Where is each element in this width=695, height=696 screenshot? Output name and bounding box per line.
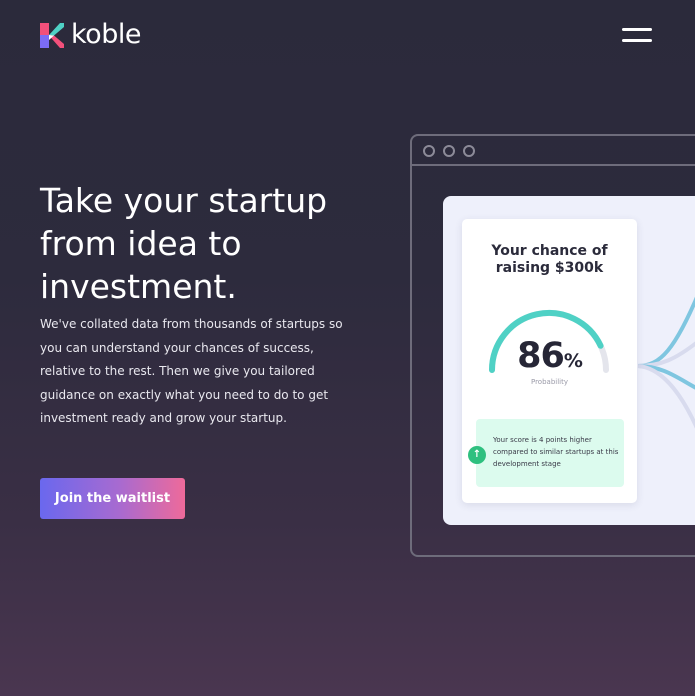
probability-score: 86% — [462, 336, 637, 376]
hamburger-icon-line — [622, 39, 652, 42]
card-title-line: raising $300k — [495, 260, 604, 276]
hero-description: We've collated data from thousands of st… — [40, 317, 343, 425]
brand-name: koble — [71, 19, 141, 50]
join-waitlist-button[interactable]: Join the waitlist — [40, 478, 185, 519]
comparison-note-text: Your score is 4 points higher compared t… — [493, 436, 619, 468]
window-dot-icon — [443, 145, 455, 157]
comparison-note: ↑ Your score is 4 points higher compared… — [468, 419, 624, 487]
hamburger-menu-button[interactable] — [622, 26, 654, 46]
window-dot-icon — [463, 145, 475, 157]
koble-logo[interactable]: koble — [40, 20, 141, 50]
koble-logo-mark-icon — [40, 22, 64, 48]
hero-title-line: investment. — [40, 267, 237, 306]
flow-line — [637, 364, 695, 429]
card-title-line: Your chance of — [491, 243, 608, 259]
score-unit: % — [563, 350, 583, 372]
hero-title-line: Take your startup — [40, 181, 328, 220]
card-title: Your chance of raising $300k — [462, 243, 637, 277]
score-label: Probability — [530, 378, 568, 386]
flow-line — [637, 296, 695, 368]
hero-title: Take your startup from idea to investmen… — [40, 179, 370, 308]
browser-toolbar — [412, 136, 695, 166]
probability-card: Your chance of raising $300k 86% Probabi… — [462, 219, 637, 503]
hero-title-line: from idea to — [40, 224, 242, 263]
hamburger-icon — [622, 28, 652, 31]
score-value: 86 — [517, 336, 565, 376]
window-dot-icon — [423, 145, 435, 157]
arrow-up-icon: ↑ — [468, 446, 486, 464]
